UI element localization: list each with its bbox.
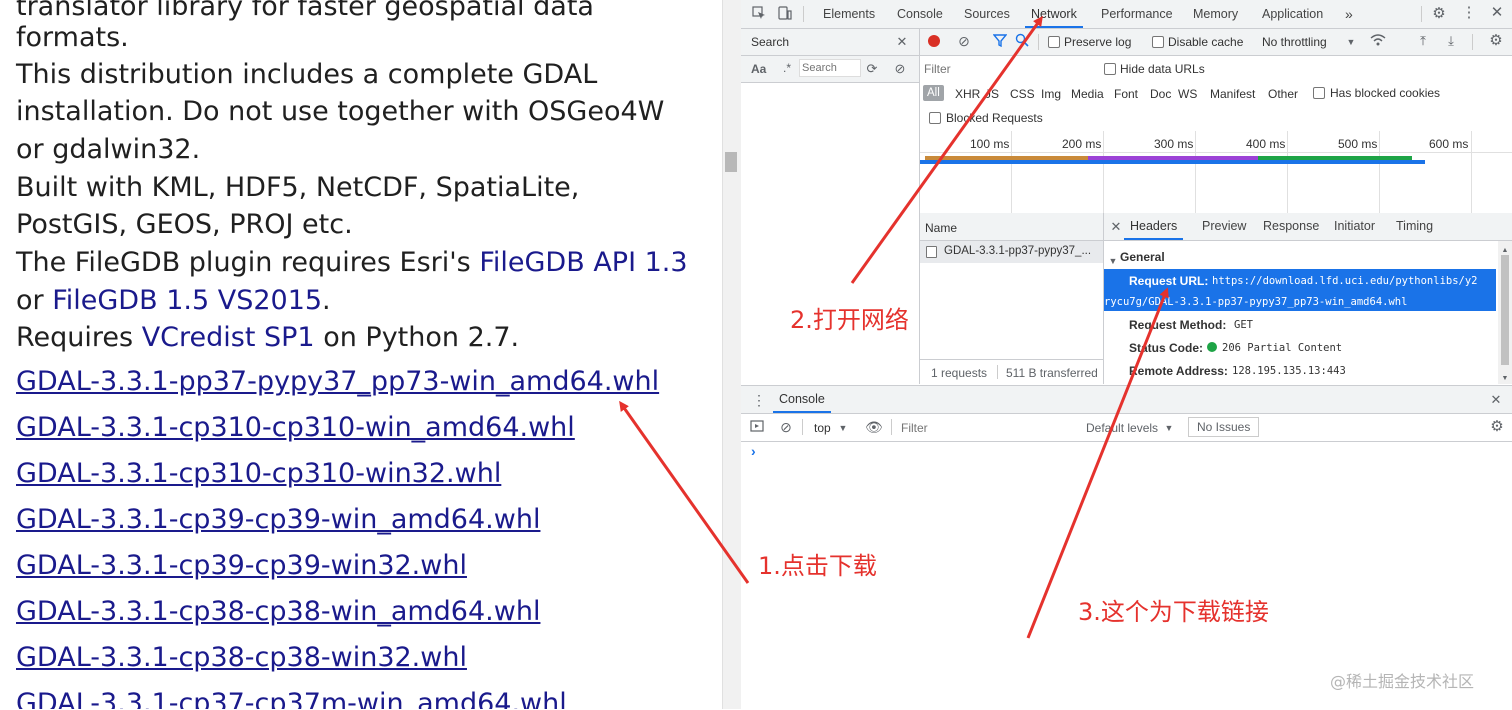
annotation-step-2: 2.打开网络 [790,306,909,334]
annotation-arrows [619,15,1169,639]
annotation-step-3: 3.这个为下载链接 [1078,598,1269,626]
arrow-to-request-url [1026,287,1169,639]
watermark: @稀土掘金技术社区 [1330,672,1475,691]
arrow-to-network-tab [850,15,1043,284]
arrow-to-download-link [619,400,750,584]
annotation-step-1: 1.点击下载 [758,552,877,580]
